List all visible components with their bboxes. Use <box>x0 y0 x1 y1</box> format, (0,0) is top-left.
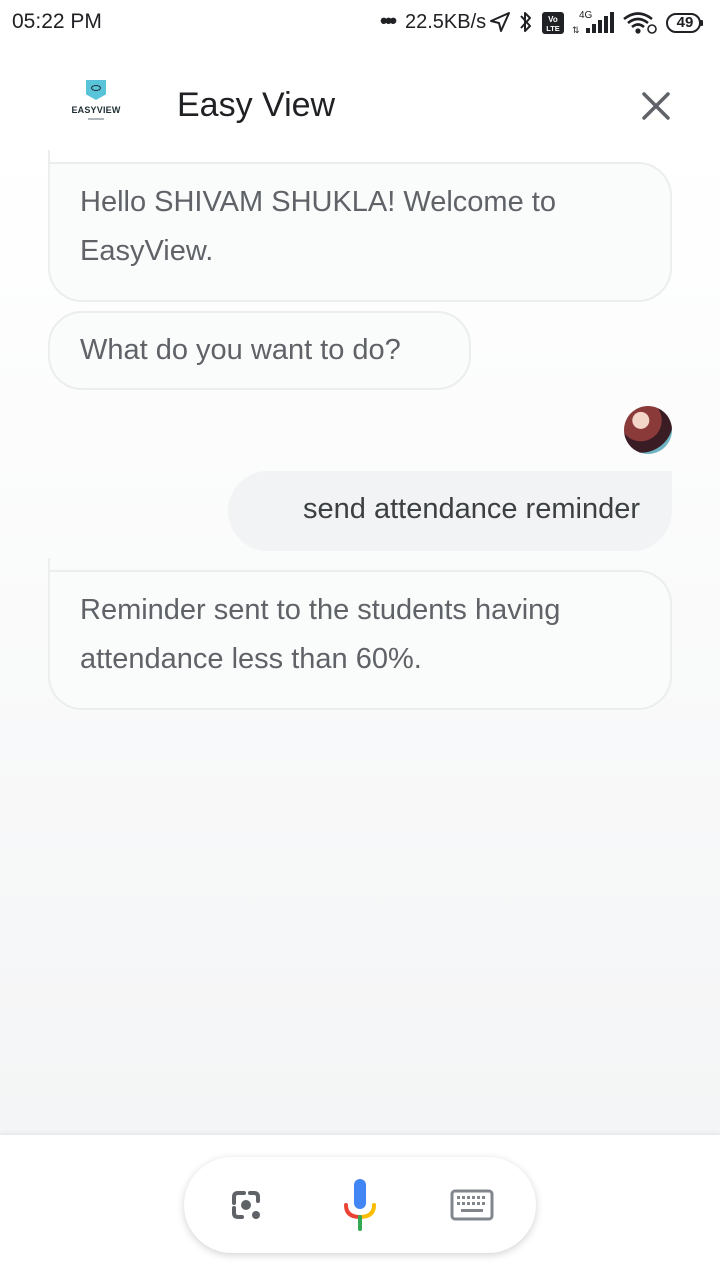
svg-text:4G: 4G <box>579 10 593 21</box>
user-avatar <box>624 406 672 454</box>
location-arrow-icon <box>490 12 510 32</box>
bot-message: What do you want to do? <box>48 311 471 390</box>
app-title: Easy View <box>177 86 336 124</box>
keyboard-button[interactable] <box>442 1175 502 1235</box>
svg-text:Vo: Vo <box>548 15 558 24</box>
bot-message: Reminder sent to the students having att… <box>48 558 672 710</box>
more-dots-icon: ••• <box>380 8 397 33</box>
bot-message: Hello SHIVAM SHUKLA! Welcome to EasyView… <box>48 150 672 302</box>
logo-text: EASYVIEW <box>71 105 121 115</box>
keyboard-icon <box>450 1189 494 1221</box>
close-button[interactable] <box>632 82 680 130</box>
status-bar: 05:22 PM ••• 22.5KB/s Vo LTE 4G ⇅ 49 <box>0 0 720 46</box>
logo-tagline <box>88 118 104 120</box>
assistant-action-pill <box>184 1157 536 1253</box>
header: EASYVIEW Easy View <box>0 60 720 150</box>
battery-level: 49 <box>676 14 694 31</box>
microphone-icon <box>344 1179 376 1231</box>
lens-button[interactable] <box>216 1175 276 1235</box>
network-speed: 22.5KB/s <box>405 11 487 33</box>
bluetooth-icon <box>520 12 531 32</box>
microphone-button[interactable] <box>330 1175 390 1235</box>
status-time: 05:22 PM <box>12 10 102 33</box>
volte-icon: Vo LTE <box>542 12 564 34</box>
battery-icon: 49 <box>666 13 704 33</box>
app-logo: EASYVIEW <box>70 80 122 130</box>
signal-bars-icon: 4G ⇅ <box>572 10 614 35</box>
close-icon <box>642 92 670 120</box>
input-bar <box>0 1135 720 1280</box>
wifi-icon <box>623 12 657 34</box>
lens-icon <box>232 1191 260 1219</box>
svg-text:⇅: ⇅ <box>572 25 580 35</box>
logo-eye-icon <box>91 85 101 91</box>
svg-text:LTE: LTE <box>546 24 560 33</box>
user-message: send attendance reminder <box>228 471 672 551</box>
